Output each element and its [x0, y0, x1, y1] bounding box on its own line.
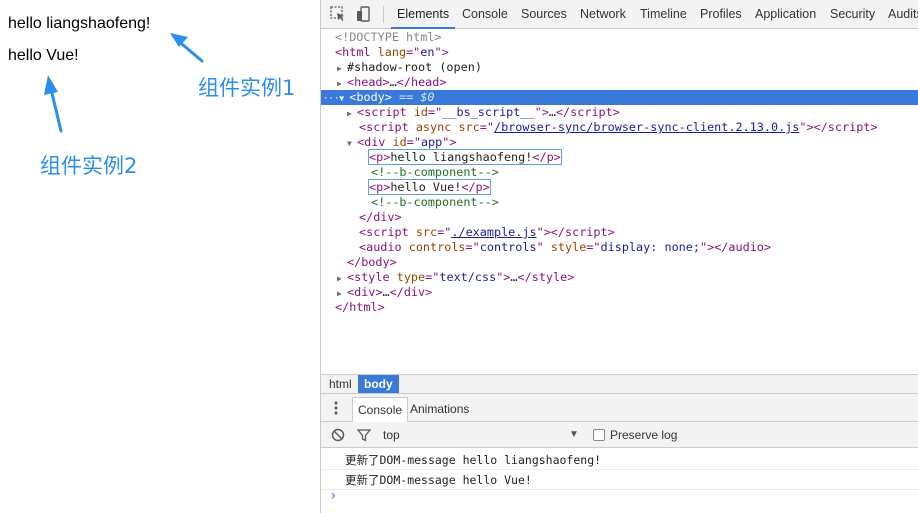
rendered-page: hello liangshaofeng! hello Vue! 组件实例1 组件…	[0, 0, 320, 513]
tab-profiles[interactable]: Profiles	[700, 0, 742, 29]
device-mode-icon[interactable]	[355, 5, 373, 23]
arrow-2	[49, 87, 63, 133]
attr-name: id	[413, 105, 429, 119]
attr-name: style	[550, 240, 587, 254]
head-tag-name: head	[354, 75, 383, 89]
expand-triangle-icon[interactable]: ▶	[337, 61, 347, 76]
tree-row-div-app[interactable]: ▼ <div id="app">	[321, 135, 918, 150]
preserve-log-checkbox[interactable]	[593, 429, 605, 441]
comment-text: <!--b-component-->	[371, 195, 499, 209]
expand-triangle-icon[interactable]: ▶	[337, 76, 347, 91]
script-src-link[interactable]: /browser-sync/browser-sync-client.2.13.0…	[494, 120, 799, 134]
toolbar-divider	[383, 6, 384, 23]
attr-value: __bs_script__	[442, 105, 535, 119]
tree-row-html-close[interactable]: </html>	[321, 300, 918, 315]
context-selector[interactable]: top	[383, 422, 400, 448]
drawer-tab-animations[interactable]: Animations	[405, 397, 474, 422]
console-message: 更新了DOM-message hello Vue!	[321, 470, 918, 490]
attr-value: controls	[479, 240, 537, 254]
filter-icon[interactable]	[357, 428, 371, 442]
collapse-triangle-icon[interactable]: ▼	[339, 91, 349, 106]
tab-console[interactable]: Console	[462, 0, 508, 29]
tab-sources[interactable]: Sources	[521, 0, 567, 29]
drawer-tabbar: Console Animations	[321, 394, 918, 422]
p2-text: hello Vue!	[390, 180, 462, 194]
annotation-instance-1: 组件实例1	[198, 76, 296, 100]
tree-row-audio[interactable]: <audio controls="controls" style="displa…	[321, 240, 918, 255]
tree-row-script-browsersync[interactable]: <script async src="/browser-sync/browser…	[321, 120, 918, 135]
tree-row-p2[interactable]: <p>hello Vue!</p>	[321, 179, 918, 195]
attr-name: async	[415, 120, 452, 134]
tree-row-doctype[interactable]: <!DOCTYPE html>	[321, 30, 918, 45]
component-instance-2-box: <p>hello Vue!</p>	[368, 179, 491, 195]
doctype-text: <!DOCTYPE html>	[335, 30, 442, 44]
breadcrumb: html body	[321, 374, 918, 394]
clear-console-icon[interactable]	[331, 428, 345, 442]
collapse-triangle-icon[interactable]: ▼	[347, 136, 357, 151]
console-toolbar: top ▼ Preserve log	[321, 422, 918, 448]
console-messages: 更新了DOM-message hello liangshaofeng! 更新了D…	[321, 448, 918, 513]
tree-row-p1[interactable]: <p>hello liangshaofeng!</p>	[321, 149, 918, 165]
attr-name: lang	[377, 45, 407, 59]
tree-row-script-bs[interactable]: ▶ <script id="__bs_script__">…</script>	[321, 105, 918, 120]
tree-row-script-example[interactable]: <script src="./example.js"></script>	[321, 225, 918, 240]
tree-row-body-selected[interactable]: ···▼ <body> == $0	[321, 90, 918, 105]
tree-row-style[interactable]: ▶ <style type="text/css">…</style>	[321, 270, 918, 285]
attr-name: src	[458, 120, 480, 134]
tree-row-comment-1[interactable]: <!--b-component-->	[321, 165, 918, 180]
attr-value: text/css	[439, 270, 497, 284]
breadcrumb-html[interactable]: html	[323, 375, 358, 393]
breadcrumb-body[interactable]: body	[358, 375, 399, 393]
expand-triangle-icon[interactable]: ▶	[337, 271, 347, 286]
drawer-menu-icon[interactable]	[333, 401, 339, 415]
attr-name: controls	[408, 240, 466, 254]
tree-row-comment-2[interactable]: <!--b-component-->	[321, 195, 918, 210]
tree-row-div-2[interactable]: ▶ <div>…</div>	[321, 285, 918, 300]
body-tag-name: body	[356, 90, 385, 104]
attr-value: display: none;	[600, 240, 700, 254]
tree-row-html[interactable]: <html lang="en">	[321, 45, 918, 60]
chevron-down-icon[interactable]: ▼	[569, 422, 579, 448]
tab-elements[interactable]: Elements	[391, 0, 456, 29]
drawer-tab-console[interactable]: Console	[352, 397, 409, 422]
preserve-log-label[interactable]: Preserve log	[610, 422, 677, 448]
shadow-root-text: #shadow-root (open)	[347, 60, 482, 74]
tab-application[interactable]: Application	[755, 0, 816, 29]
attr-value: app	[420, 135, 443, 149]
attr-value: en	[420, 45, 435, 59]
component-instance-1-box: <p>hello liangshaofeng!</p>	[368, 149, 562, 165]
arrow-2-head	[44, 75, 58, 95]
script-src-link[interactable]: ./example.js	[451, 225, 536, 239]
tree-row-shadow-root[interactable]: ▶ #shadow-root (open)	[321, 60, 918, 75]
elements-tree: <!DOCTYPE html> <html lang="en"> ▶ #shado…	[321, 29, 918, 374]
expand-triangle-icon[interactable]: ▶	[337, 286, 347, 301]
attr-name: type	[396, 270, 426, 284]
annotation-instance-2: 组件实例2	[40, 154, 138, 178]
tab-audits[interactable]: Audits	[888, 0, 918, 29]
arrow-1-head	[170, 33, 188, 47]
tab-network[interactable]: Network	[580, 0, 626, 29]
devtools-toolbar: Elements Console Sources Network Timelin…	[321, 0, 918, 29]
tab-security[interactable]: Security	[830, 0, 875, 29]
attr-name: id	[392, 135, 407, 149]
tree-row-div-close[interactable]: </div>	[321, 210, 918, 225]
expand-triangle-icon[interactable]: ▶	[347, 106, 357, 121]
html-tag-name: html	[342, 45, 371, 59]
tree-row-body-close[interactable]: </body>	[321, 255, 918, 270]
p1-text: hello liangshaofeng!	[390, 150, 533, 164]
selected-node-ref: == $0	[399, 90, 435, 104]
console-prompt-icon[interactable]: ›	[329, 488, 337, 504]
devtools-panel: Elements Console Sources Network Timelin…	[320, 0, 918, 513]
comment-text: <!--b-component-->	[371, 165, 499, 179]
head-close-tag: head	[410, 75, 440, 89]
tab-timeline[interactable]: Timeline	[640, 0, 687, 29]
inspect-element-icon[interactable]	[329, 5, 347, 23]
console-message: 更新了DOM-message hello liangshaofeng!	[321, 450, 918, 470]
tree-row-head[interactable]: ▶ <head>…</head>	[321, 75, 918, 90]
